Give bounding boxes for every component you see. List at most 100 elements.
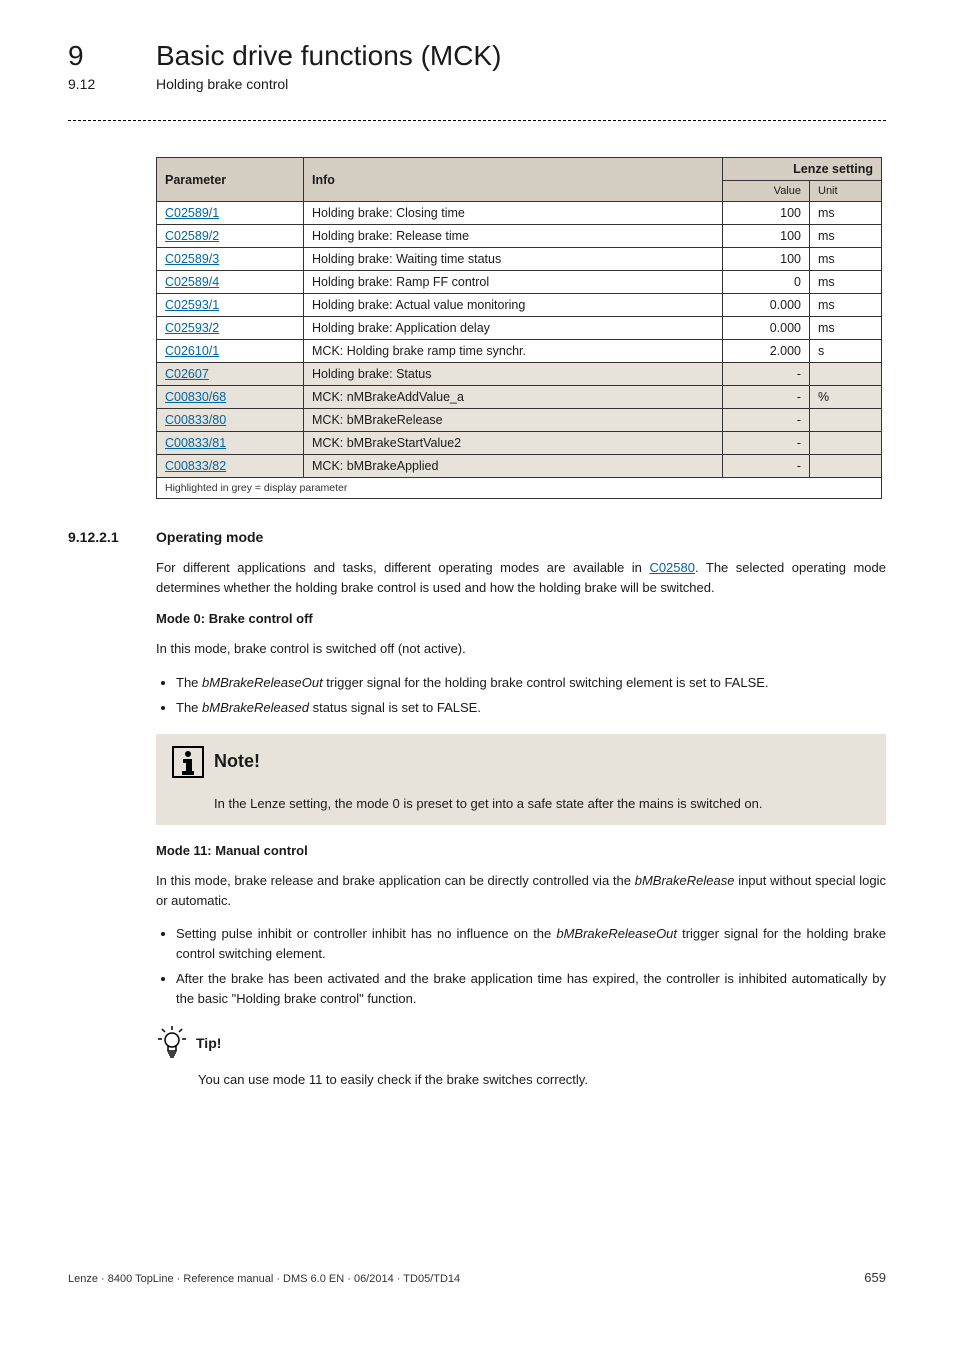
bullet-text-pre: The bbox=[176, 675, 202, 690]
tip-body: You can use mode 11 to easily check if t… bbox=[198, 1070, 886, 1090]
cell-unit: % bbox=[810, 386, 882, 409]
cell-unit: ms bbox=[810, 248, 882, 271]
col-value: Value bbox=[723, 181, 810, 202]
cell-unit bbox=[810, 432, 882, 455]
chapter-number: 9 bbox=[68, 40, 156, 72]
table-row: C02589/4 Holding brake: Ramp FF control0m… bbox=[157, 271, 882, 294]
table-row: C00830/68 MCK: nMBrakeAddValue_a-% bbox=[157, 386, 882, 409]
subsection-header: 9.12.2.1 Operating mode bbox=[68, 529, 886, 545]
table-row: C00833/82MCK: bMBrakeApplied- bbox=[157, 455, 882, 478]
cell-unit bbox=[810, 363, 882, 386]
cell-unit: ms bbox=[810, 271, 882, 294]
list-item: Setting pulse inhibit or controller inhi… bbox=[176, 924, 886, 963]
cell-value: 0.000 bbox=[723, 294, 810, 317]
table-row: C00833/80 MCK: bMBrakeRelease- bbox=[157, 409, 882, 432]
table-row: C02589/3 Holding brake: Waiting time stat… bbox=[157, 248, 882, 271]
signal-name: bMBrakeReleased bbox=[202, 700, 309, 715]
list-item: The bMBrakeReleaseOut trigger signal for… bbox=[176, 673, 886, 693]
parameter-link[interactable]: C02610/1 bbox=[165, 344, 219, 358]
cell-unit: ms bbox=[810, 317, 882, 340]
cell-unit: ms bbox=[810, 202, 882, 225]
col-unit: Unit bbox=[810, 181, 882, 202]
table-row: C02610/1 MCK: Holding brake ramp time syn… bbox=[157, 340, 882, 363]
intro-paragraph: For different applications and tasks, di… bbox=[156, 558, 886, 597]
cell-info: Holding brake: Ramp FF control bbox=[304, 271, 723, 294]
cell-unit: ms bbox=[810, 225, 882, 248]
note-title: Note! bbox=[214, 751, 260, 772]
page-footer: Lenze · 8400 TopLine · Reference manual … bbox=[68, 1270, 886, 1285]
tip-header: Tip! bbox=[156, 1026, 886, 1060]
cell-unit: ms bbox=[810, 294, 882, 317]
table-row: C00833/81MCK: bMBrakeStartValue2- bbox=[157, 432, 882, 455]
intro-text-pre: For different applications and tasks, di… bbox=[156, 560, 649, 575]
cell-info: MCK: bMBrakeRelease bbox=[304, 409, 723, 432]
note-body: In the Lenze setting, the mode 0 is pres… bbox=[214, 794, 870, 814]
section-title: Holding brake control bbox=[156, 76, 288, 92]
cell-value: 2.000 bbox=[723, 340, 810, 363]
table-row: C02607 Holding brake: Status- bbox=[157, 363, 882, 386]
signal-name: bMBrakeRelease bbox=[635, 873, 735, 888]
parameter-link[interactable]: C02589/1 bbox=[165, 206, 219, 220]
cell-unit bbox=[810, 409, 882, 432]
parameter-link[interactable]: C02589/3 bbox=[165, 252, 219, 266]
mode11-heading: Mode 11: Manual control bbox=[156, 843, 886, 858]
subsection-title: Operating mode bbox=[156, 529, 263, 545]
parameter-link[interactable]: C00833/81 bbox=[165, 436, 226, 450]
link-c02580[interactable]: C02580 bbox=[649, 560, 695, 575]
signal-name: bMBrakeReleaseOut bbox=[202, 675, 323, 690]
mode11-bullets: Setting pulse inhibit or controller inhi… bbox=[156, 924, 886, 1008]
col-lenze-setting: Lenze setting bbox=[723, 158, 882, 181]
cell-value: - bbox=[723, 386, 810, 409]
mode0-bullets: The bMBrakeReleaseOut trigger signal for… bbox=[156, 673, 886, 718]
table-row: C02589/2Holding brake: Release time100ms bbox=[157, 225, 882, 248]
cell-info: Holding brake: Status bbox=[304, 363, 723, 386]
parameter-link[interactable]: C02589/4 bbox=[165, 275, 219, 289]
signal-name: bMBrakeReleaseOut bbox=[556, 926, 677, 941]
cell-info: MCK: nMBrakeAddValue_a bbox=[304, 386, 723, 409]
cell-value: 100 bbox=[723, 225, 810, 248]
col-info: Info bbox=[304, 158, 723, 202]
list-item: After the brake has been activated and t… bbox=[176, 969, 886, 1008]
footer-left: Lenze · 8400 TopLine · Reference manual … bbox=[68, 1273, 460, 1285]
parameter-link[interactable]: C02589/2 bbox=[165, 229, 219, 243]
list-item: The bMBrakeReleased status signal is set… bbox=[176, 698, 886, 718]
cell-info: Holding brake: Closing time bbox=[304, 202, 723, 225]
cell-unit bbox=[810, 455, 882, 478]
cell-info: Holding brake: Application delay bbox=[304, 317, 723, 340]
parameter-link[interactable]: C02607 bbox=[165, 367, 209, 381]
mode0-heading: Mode 0: Brake control off bbox=[156, 611, 886, 626]
table-row: C02593/1Holding brake: Actual value moni… bbox=[157, 294, 882, 317]
note-box: Note! In the Lenze setting, the mode 0 i… bbox=[156, 734, 886, 826]
chapter-header: 9 Basic drive functions (MCK) bbox=[68, 40, 886, 72]
parameter-link[interactable]: C00833/80 bbox=[165, 413, 226, 427]
cell-info: Holding brake: Waiting time status bbox=[304, 248, 723, 271]
mode0-lead: In this mode, brake control is switched … bbox=[156, 639, 886, 659]
table-row: C02593/2 Holding brake: Application delay… bbox=[157, 317, 882, 340]
parameter-link[interactable]: C00830/68 bbox=[165, 390, 226, 404]
page-number: 659 bbox=[864, 1270, 886, 1285]
note-header: Note! bbox=[172, 746, 870, 778]
table-footnote: Highlighted in grey = display parameter bbox=[157, 478, 882, 499]
mode11-lead: In this mode, brake release and brake ap… bbox=[156, 871, 886, 910]
table-header-row: Parameter Info Lenze setting bbox=[157, 158, 882, 181]
parameter-link[interactable]: C02593/2 bbox=[165, 321, 219, 335]
cell-value: - bbox=[723, 363, 810, 386]
cell-value: - bbox=[723, 432, 810, 455]
divider-dashed bbox=[68, 120, 886, 121]
subsection-number: 9.12.2.1 bbox=[68, 529, 156, 545]
chapter-title: Basic drive functions (MCK) bbox=[156, 40, 501, 72]
cell-info: MCK: Holding brake ramp time synchr. bbox=[304, 340, 723, 363]
parameter-link[interactable]: C02593/1 bbox=[165, 298, 219, 312]
bullet-text-pre: Setting pulse inhibit or controller inhi… bbox=[176, 926, 556, 941]
cell-unit: s bbox=[810, 340, 882, 363]
cell-value: 100 bbox=[723, 202, 810, 225]
lightbulb-icon bbox=[156, 1026, 188, 1060]
parameter-link[interactable]: C00833/82 bbox=[165, 459, 226, 473]
bullet-text-pre: The bbox=[176, 700, 202, 715]
bullet-text-post: trigger signal for the holding brake con… bbox=[323, 675, 769, 690]
cell-value: 0.000 bbox=[723, 317, 810, 340]
cell-value: 0 bbox=[723, 271, 810, 294]
cell-value: - bbox=[723, 409, 810, 432]
col-parameter: Parameter bbox=[157, 158, 304, 202]
parameter-table: Parameter Info Lenze setting Value Unit … bbox=[156, 157, 882, 499]
